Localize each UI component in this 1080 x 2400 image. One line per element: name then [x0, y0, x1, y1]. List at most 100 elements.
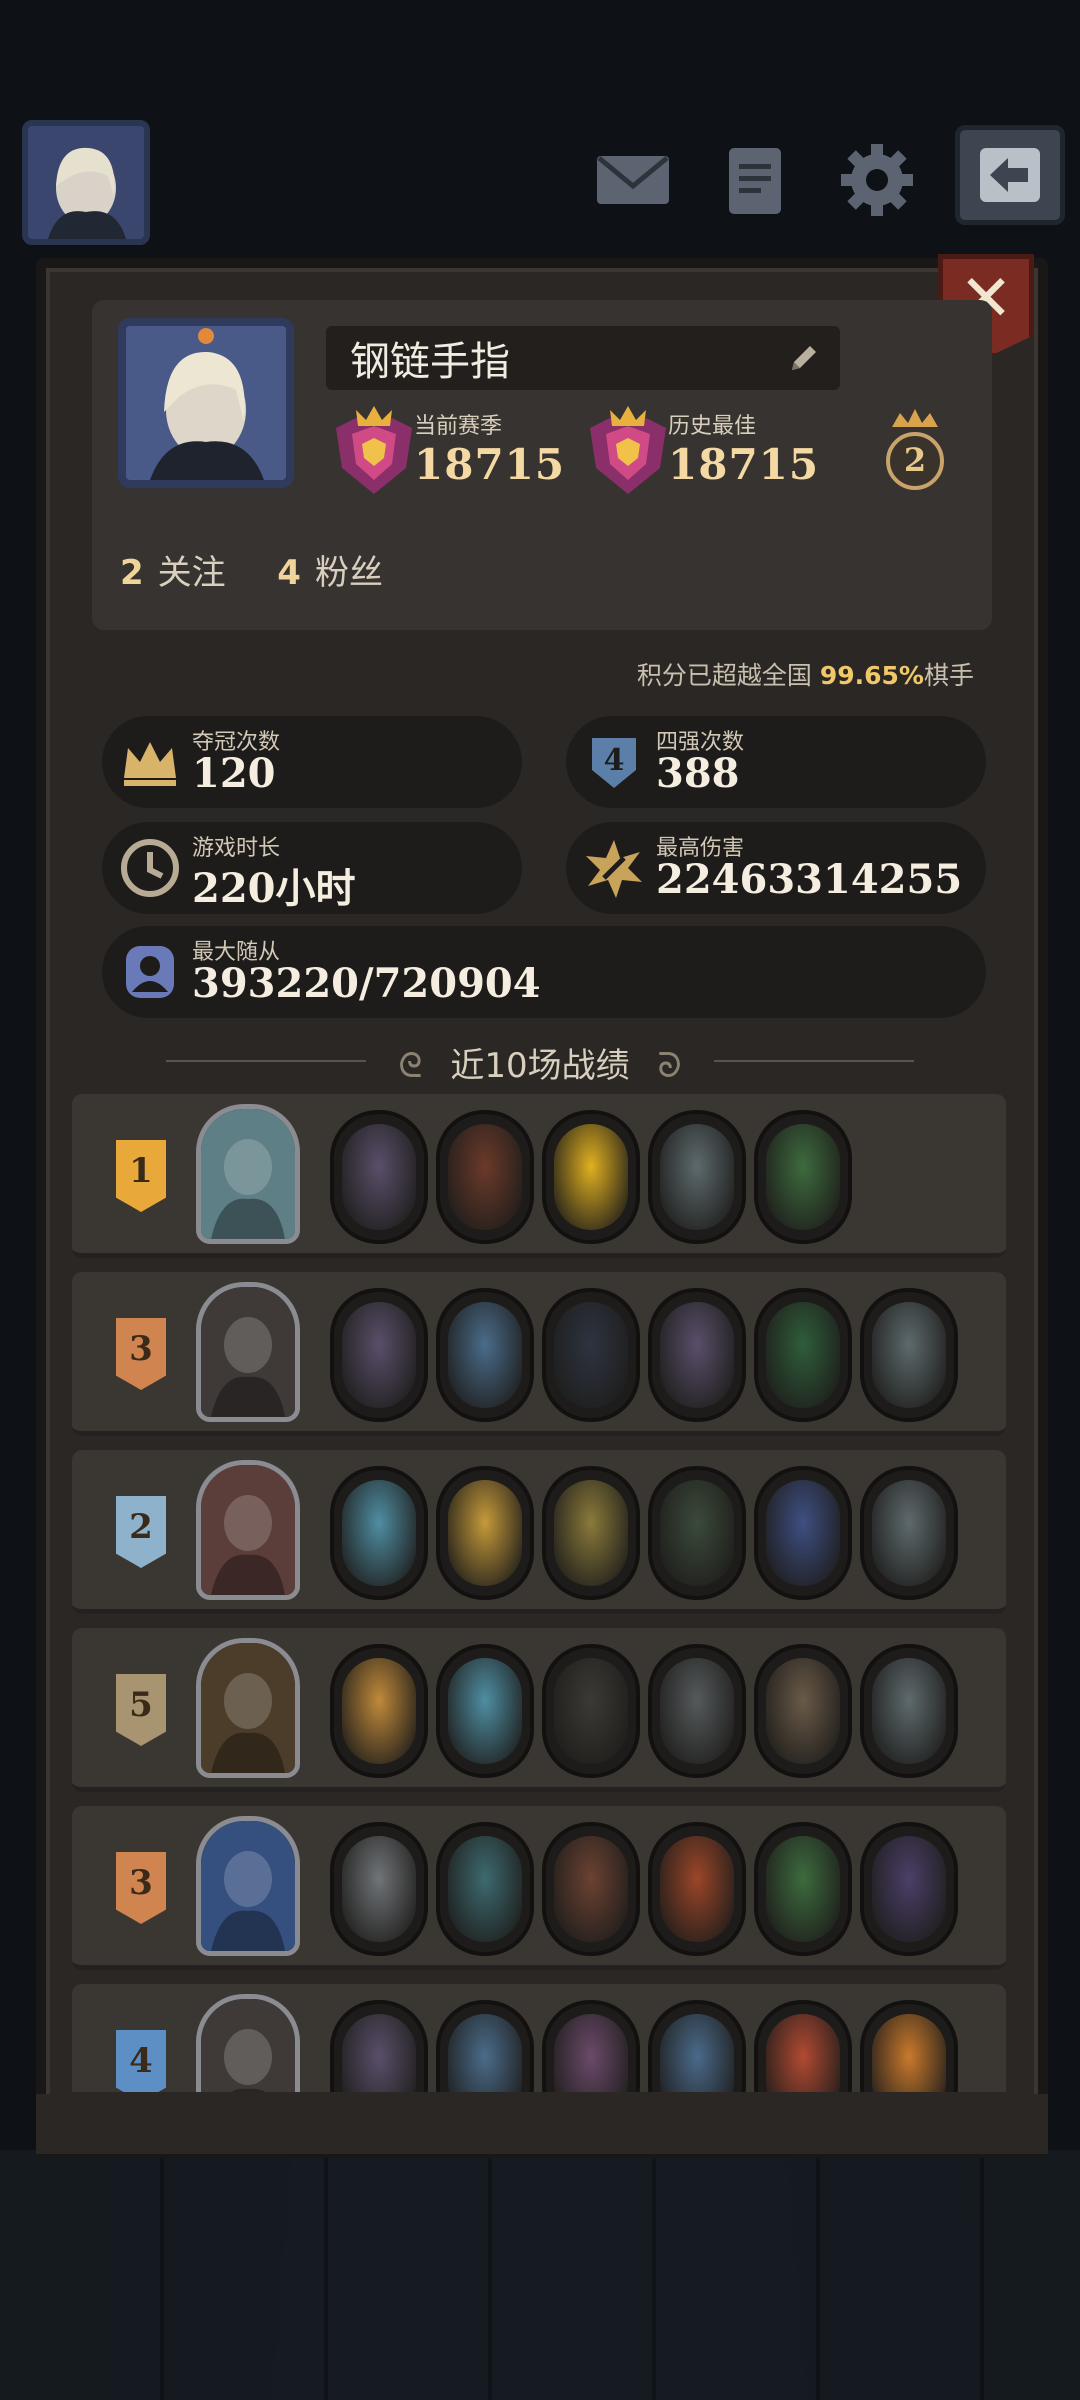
fans-count: 4	[277, 553, 301, 593]
minion-art	[554, 1658, 628, 1764]
envelope-icon[interactable]	[590, 140, 676, 220]
minion-art	[766, 1124, 840, 1230]
panel-bottom	[36, 2094, 1048, 2154]
minion-portrait[interactable]	[648, 1466, 746, 1600]
player-avatar-small[interactable]	[22, 120, 150, 245]
clipboard-icon[interactable]	[712, 140, 798, 220]
placement-badge: 2	[116, 1496, 166, 1568]
minion-art	[554, 1480, 628, 1586]
minion-portrait[interactable]	[754, 1644, 852, 1778]
minion-portrait[interactable]	[542, 1466, 640, 1600]
match-row[interactable]: 4	[72, 1984, 1006, 2092]
percentile-prefix: 积分已超越全国	[636, 661, 820, 690]
minion-portrait[interactable]	[860, 1822, 958, 1956]
minion-portrait[interactable]	[330, 1822, 428, 1956]
minion-portrait[interactable]	[436, 1288, 534, 1422]
minion-art	[554, 2014, 628, 2092]
hero-portrait[interactable]	[196, 1638, 300, 1778]
gear-icon[interactable]	[834, 140, 920, 220]
current-season-label: 当前赛季	[414, 413, 503, 439]
minion-art	[448, 1302, 522, 1408]
minion-portrait[interactable]	[330, 2000, 428, 2092]
recent-matches-title: ᘓ 近10场战绩 ᘐ	[0, 1038, 1080, 1087]
minion-art	[660, 2014, 734, 2092]
minion-art	[766, 1658, 840, 1764]
current-season-value: 18715	[414, 439, 566, 489]
minion-art	[872, 1302, 946, 1408]
top4-value: 388	[656, 750, 740, 797]
minion-portrait[interactable]	[648, 2000, 746, 2092]
recent-matches-list[interactable]: 1 3 2 5 3 4	[72, 1094, 1006, 2092]
placement-badge: 5	[116, 1674, 166, 1746]
minion-portrait[interactable]	[542, 1288, 640, 1422]
minion-portrait[interactable]	[860, 2000, 958, 2092]
minion-art	[766, 1480, 840, 1586]
hero-portrait[interactable]	[196, 1816, 300, 1956]
fans-label: 粉丝	[314, 553, 383, 593]
minion-portrait[interactable]	[648, 1822, 746, 1956]
match-row[interactable]: 2	[72, 1450, 1006, 1614]
minion-art	[448, 2014, 522, 2092]
back-button[interactable]	[955, 125, 1065, 225]
player-avatar[interactable]	[118, 318, 294, 488]
minion-portrait[interactable]	[542, 2000, 640, 2092]
minion-portrait[interactable]	[860, 1466, 958, 1600]
follower-portrait-icon	[126, 946, 174, 998]
minion-art	[660, 1124, 734, 1230]
minion-art	[660, 1480, 734, 1586]
minion-portrait[interactable]	[542, 1822, 640, 1956]
minion-portrait[interactable]	[648, 1288, 746, 1422]
following-count: 2	[120, 553, 144, 593]
minion-portrait[interactable]	[754, 2000, 852, 2092]
minion-portrait[interactable]	[542, 1644, 640, 1778]
minion-portrait[interactable]	[754, 1110, 852, 1244]
hero-portrait[interactable]	[196, 1994, 300, 2092]
following-link[interactable]: 2 关注	[120, 553, 226, 593]
minion-portrait[interactable]	[754, 1466, 852, 1600]
minion-portrait[interactable]	[436, 1466, 534, 1600]
minion-portrait[interactable]	[648, 1110, 746, 1244]
minion-portrait[interactable]	[436, 1110, 534, 1244]
match-row[interactable]: 5	[72, 1628, 1006, 1792]
stone-floor	[0, 2150, 1080, 2400]
minion-art	[448, 1480, 522, 1586]
minion-portrait[interactable]	[754, 1288, 852, 1422]
stat-champion: 夺冠次数 120	[102, 716, 522, 808]
hero-portrait[interactable]	[196, 1460, 300, 1600]
minion-portrait[interactable]	[436, 1822, 534, 1956]
current-season-score: 当前赛季 18715	[326, 398, 565, 498]
minion-art	[660, 1658, 734, 1764]
minion-portrait[interactable]	[436, 2000, 534, 2092]
minion-art	[766, 1302, 840, 1408]
minion-portrait[interactable]	[330, 1644, 428, 1778]
national-percentile: 积分已超越全国 99.65%棋手	[637, 656, 974, 692]
playtime-value: 220小时	[192, 865, 356, 912]
placement-value: 4	[129, 2041, 153, 2081]
minion-portrait[interactable]	[330, 1466, 428, 1600]
pencil-icon[interactable]	[786, 340, 822, 376]
minion-art	[554, 1836, 628, 1942]
placement-badge: 3	[116, 1318, 166, 1390]
match-row[interactable]: 3	[72, 1272, 1006, 1436]
social-counts: 2 关注 4 粉丝	[120, 545, 383, 594]
rank-level-badge[interactable]: 2	[880, 405, 950, 495]
best-crest-icon	[590, 406, 666, 494]
fans-link[interactable]: 4 粉丝	[277, 553, 383, 593]
minion-portrait[interactable]	[436, 1644, 534, 1778]
hero-portrait[interactable]	[196, 1104, 300, 1244]
minion-portrait[interactable]	[330, 1288, 428, 1422]
minion-portrait[interactable]	[754, 1822, 852, 1956]
minion-portrait[interactable]	[330, 1110, 428, 1244]
placement-value: 2	[129, 1507, 153, 1547]
minion-portrait[interactable]	[860, 1644, 958, 1778]
stat-max-followers: 最大随从 393220/720904	[102, 926, 986, 1018]
player-name-bar[interactable]: 钢链手指	[326, 326, 840, 390]
hero-portrait[interactable]	[196, 1282, 300, 1422]
match-row[interactable]: 1	[72, 1094, 1006, 1258]
svg-text:4: 4	[604, 743, 625, 778]
percentile-suffix: 棋手	[923, 661, 974, 690]
minion-portrait[interactable]	[860, 1288, 958, 1422]
minion-portrait[interactable]	[542, 1110, 640, 1244]
minion-portrait[interactable]	[648, 1644, 746, 1778]
match-row[interactable]: 3	[72, 1806, 1006, 1970]
